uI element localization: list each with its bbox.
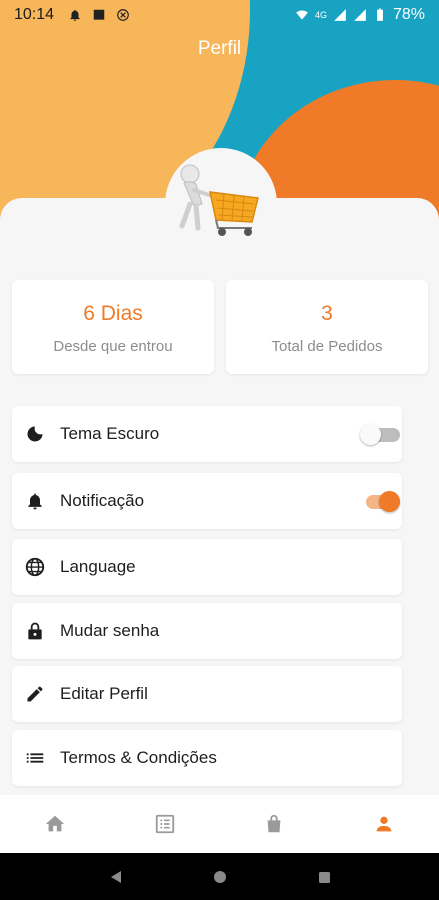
status-time: 10:14 (14, 6, 55, 23)
system-navigation-bar (0, 853, 439, 900)
status-right: 4G 78% (295, 6, 425, 24)
bottom-navigation (0, 795, 439, 853)
status-notification-icons (68, 8, 130, 22)
profile-icon (376, 816, 392, 832)
settings-row-notifications[interactable]: Notificação (12, 473, 402, 529)
network-label: 4G (314, 10, 327, 20)
dark-theme-label: Tema Escuro (60, 424, 160, 443)
page-title: Perfil (197, 38, 242, 59)
bell-icon (24, 490, 46, 512)
stat-card-orders: 3 Total de Pedidos (226, 280, 428, 374)
notifications-label: Notificação (60, 491, 145, 510)
status-bar: 10:14 4G 78% (0, 0, 439, 30)
terms-label: Termos & Condições (60, 748, 217, 767)
bell-status-icon (70, 9, 80, 21)
back-icon[interactable] (108, 869, 124, 885)
wifi-icon (296, 10, 308, 20)
lock-icon (24, 620, 46, 642)
close-circle-status-icon (117, 9, 129, 21)
settings-row-language[interactable]: Language (12, 539, 402, 595)
recents-icon[interactable] (316, 869, 332, 885)
edit-profile-label: Editar Perfil (60, 684, 148, 703)
signal-icon (334, 9, 346, 21)
battery-level: 78% (392, 6, 425, 23)
home-circle-icon[interactable] (212, 869, 228, 885)
pencil-icon (24, 683, 46, 705)
nav-profile[interactable] (354, 804, 414, 844)
settings-row-terms[interactable]: Termos & Condições (12, 730, 402, 786)
bag-icon (267, 814, 281, 833)
nav-home[interactable] (25, 804, 85, 844)
globe-icon (24, 556, 46, 578)
stat-orders-value: 3 (321, 302, 333, 325)
settings-row-dark-theme[interactable]: Tema Escuro (12, 406, 402, 462)
clapper-status-icon (93, 9, 105, 20)
home-icon (45, 815, 65, 832)
change-password-label: Mudar senha (60, 621, 160, 640)
language-label: Language (60, 557, 136, 576)
dark-theme-toggle-thumb (360, 424, 381, 445)
orders-icon (155, 814, 174, 834)
moon-icon (24, 423, 46, 445)
stat-days-value: 6 Dias (83, 302, 143, 325)
battery-icon (377, 8, 383, 21)
dark-theme-toggle[interactable] (360, 422, 402, 446)
nav-orders[interactable] (135, 804, 195, 844)
notifications-toggle-thumb (379, 491, 400, 512)
list-icon (24, 747, 46, 769)
avatar[interactable] (172, 160, 264, 240)
nav-bag[interactable] (244, 804, 304, 844)
signal-icon-2 (354, 9, 366, 21)
stat-card-days: 6 Dias Desde que entrou (12, 280, 214, 374)
stat-orders-label: Total de Pedidos (271, 338, 383, 355)
settings-row-change-password[interactable]: Mudar senha (12, 603, 402, 659)
notifications-toggle[interactable] (362, 489, 402, 513)
stat-days-label: Desde que entrou (53, 338, 173, 355)
settings-row-edit-profile[interactable]: Editar Perfil (12, 666, 402, 722)
